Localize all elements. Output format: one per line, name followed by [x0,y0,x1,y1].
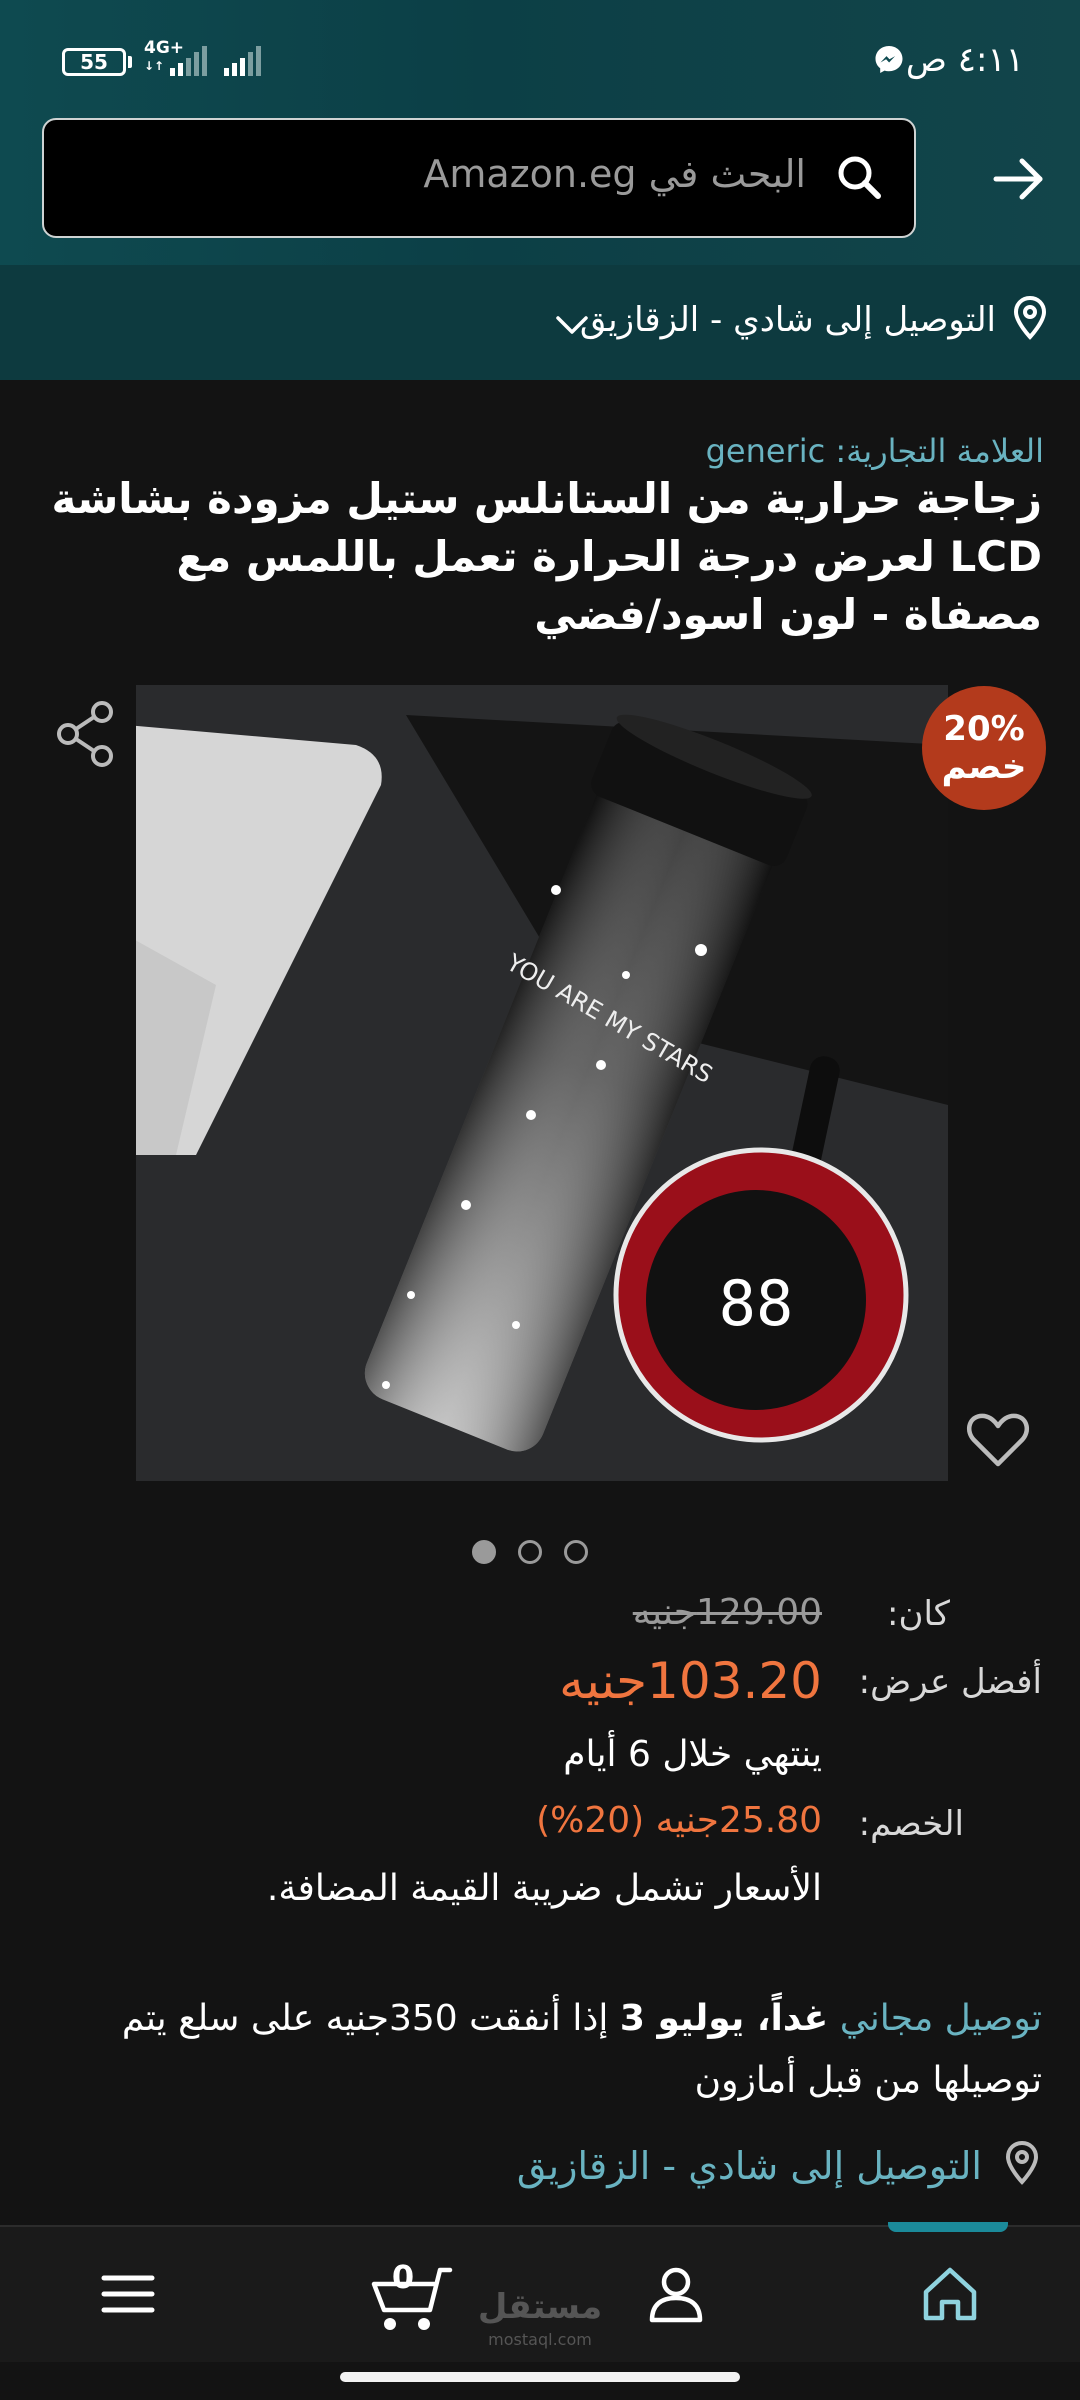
home-icon[interactable] [918,2262,982,2326]
discount-badge: 20% خصم [922,686,1046,810]
best-price: 103.20جنيه [559,1652,822,1710]
free-delivery-link[interactable]: توصيل مجاني [840,1998,1042,2039]
carousel-dot[interactable] [472,1540,496,1564]
delivery-location-label[interactable]: التوصيل إلى شادي - الزقازيق [580,300,996,340]
vat-note: الأسعار تشمل ضريبة القيمة المضافة. [266,1868,822,1909]
product-photo: YOU ARE MY STARS 88 [136,685,948,1481]
battery-tip [128,56,132,68]
chevron-down-icon[interactable] [554,312,590,338]
watermark: مستقل [477,2287,603,2327]
account-icon[interactable] [644,2262,708,2326]
product-image[interactable]: YOU ARE MY STARS 88 [136,685,948,1481]
saving-value: 25.80جنيه (20%) [536,1800,822,1841]
product-title: زجاجة حرارية من الستانلس ستيل مزودة بشاش… [51,474,1042,639]
display-reading: 88 [719,1267,794,1340]
search-icon[interactable] [832,150,888,206]
was-price-label: كان: [887,1594,950,1634]
messenger-icon [875,46,903,73]
brand-link[interactable]: العلامة التجارية: generic [706,432,1044,470]
carousel-dot[interactable] [518,1540,542,1564]
battery-indicator: 55 [62,48,126,76]
watermark-url: mostaql.com [488,2330,592,2349]
search-placeholder: البحث في Amazon.eg [423,152,806,196]
delivery-date: غداً، يوليو 3 [619,1998,829,2039]
menu-icon[interactable] [100,2270,156,2318]
cart-count: 0 [391,2258,415,2296]
status-bar: ٤:١١ ص 55 4G+ ↓↑ [0,0,1080,120]
heart-icon[interactable] [966,1410,1030,1470]
gesture-bar[interactable] [340,2372,740,2382]
carousel-dot[interactable] [564,1540,588,1564]
signal-strength-1 [170,46,207,76]
free-delivery-info: توصيل مجاني غداً، يوليو 3 إذا أنفقت 350ج… [42,1988,1042,2112]
location-pin-icon [1013,295,1047,340]
discount-badge-percent: 20% [943,709,1025,749]
search-input[interactable]: البحث في Amazon.eg [42,118,916,238]
deliver-to-link[interactable]: التوصيل إلى شادي - الزقازيق [517,2144,982,2188]
location-pin-icon [1005,2140,1039,2185]
saving-label: الخصم: [858,1804,964,1844]
was-price: 129.00جنيه [632,1592,822,1633]
status-time: ٤:١١ ص [905,40,1024,80]
signal-strength-2 [224,46,261,76]
forward-arrow-icon[interactable] [990,150,1048,208]
discount-badge-word: خصم [941,747,1027,787]
image-carousel-dots[interactable] [472,1540,588,1564]
best-price-label: أفضل عرض: [858,1662,1042,1702]
active-tab-indicator [888,2222,1008,2232]
share-icon[interactable] [54,700,118,768]
deal-ends-in: ينتهي خلال 6 أيام [563,1734,822,1775]
